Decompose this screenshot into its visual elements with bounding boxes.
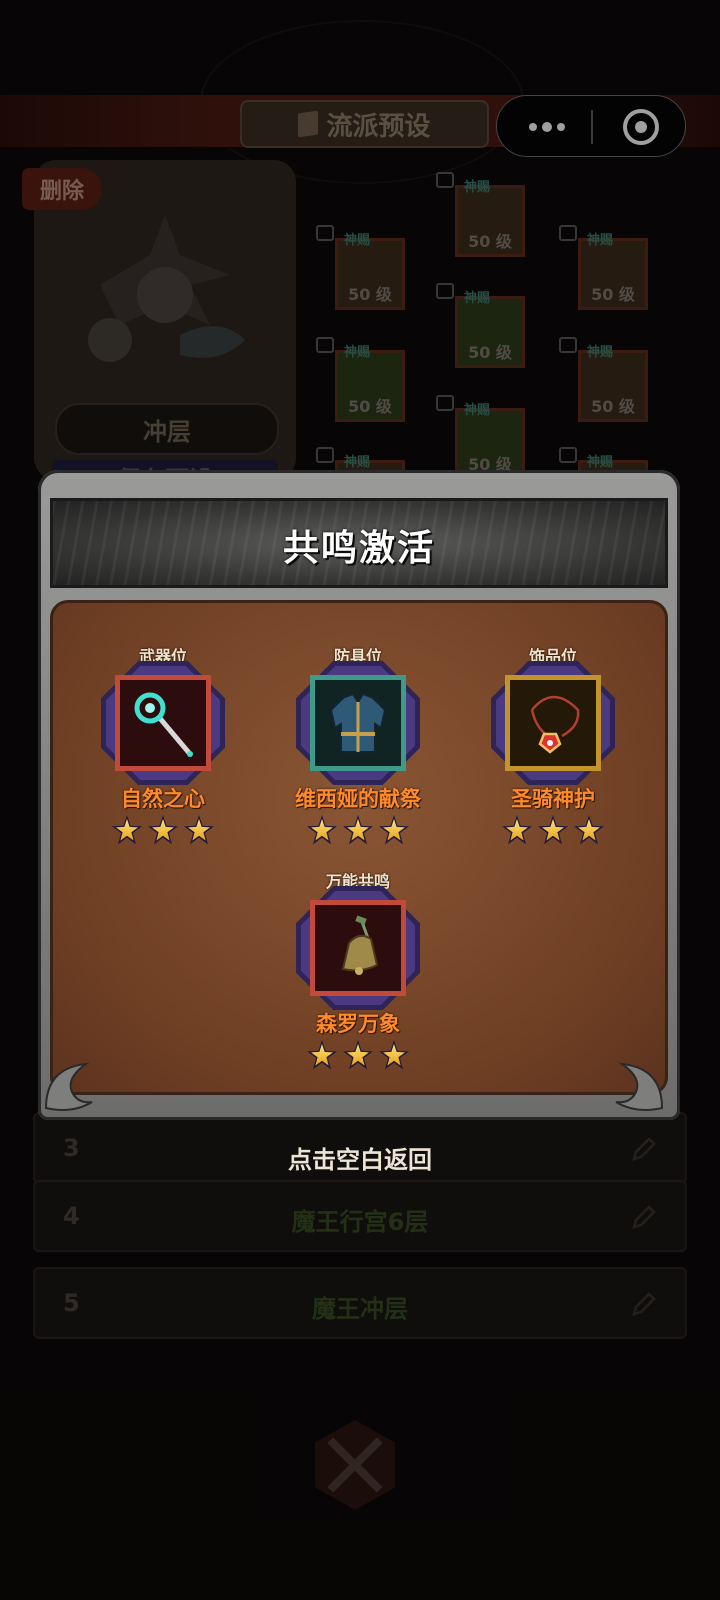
staff-icon — [134, 692, 193, 757]
armor-icon — [329, 692, 387, 753]
corner-ornament-icon — [44, 1062, 93, 1111]
necklace-icon — [530, 695, 580, 754]
item-box — [115, 675, 211, 771]
item-name: 圣骑神护 — [511, 787, 595, 811]
star-rating — [268, 815, 448, 845]
star-icon — [307, 1040, 337, 1070]
item-name: 森罗万象 — [316, 1012, 400, 1036]
item-frame — [296, 886, 420, 1010]
star-icon — [502, 815, 532, 845]
armor-slot-card[interactable]: 防具位 维西娅的献祭 — [268, 643, 448, 853]
item-box — [310, 900, 406, 996]
star-icon — [379, 1040, 409, 1070]
star-icon — [538, 815, 568, 845]
accessory-slot-card[interactable]: 饰品位 圣骑神护 — [463, 643, 643, 853]
star-rating — [463, 815, 643, 845]
item-frame — [491, 661, 615, 785]
star-icon — [184, 815, 214, 845]
popup-title: 共鸣激活 — [282, 528, 435, 569]
star-icon — [148, 815, 178, 845]
star-icon — [379, 815, 409, 845]
item-box — [310, 675, 406, 771]
item-box — [505, 675, 601, 771]
item-name: 维西娅的献祭 — [295, 787, 421, 811]
item-frame — [296, 661, 420, 785]
star-icon — [574, 815, 604, 845]
star-rating — [73, 815, 253, 845]
star-icon — [343, 1040, 373, 1070]
star-rating — [268, 1040, 448, 1070]
star-icon — [112, 815, 142, 845]
universal-slot-card[interactable]: 万能共鸣 森罗万象 — [268, 868, 448, 1078]
bell-icon — [341, 915, 379, 975]
star-icon — [307, 815, 337, 845]
item-name: 自然之心 — [121, 787, 205, 811]
weapon-slot-card[interactable]: 武器位 自然之心 — [73, 643, 253, 853]
popup-header: 共鸣激活 — [50, 498, 668, 588]
corner-ornament-icon — [615, 1062, 664, 1111]
star-icon — [343, 815, 373, 845]
tap-blank-return-hint: 点击空白返回 — [288, 1146, 432, 1174]
item-frame — [101, 661, 225, 785]
popup-content: 武器位 自然之心 防具位 维西娅的献祭 饰品位 圣骑神护 万能共鸣 森罗万象 — [50, 600, 668, 1095]
